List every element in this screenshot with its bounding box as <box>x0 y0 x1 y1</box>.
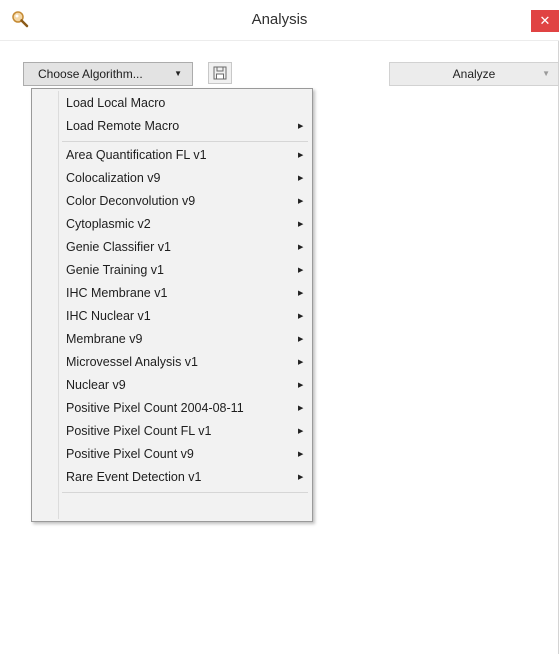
submenu-arrow-icon: ▶ <box>298 313 304 320</box>
close-button[interactable]: ✕ <box>531 10 559 32</box>
menu-separator <box>62 141 308 142</box>
menu-item-label: Area Quantification FL v1 <box>66 148 207 162</box>
menu-item-label: Rare Event Detection v1 <box>66 470 202 484</box>
submenu-arrow-icon: ▶ <box>298 336 304 343</box>
submenu-arrow-icon: ▶ <box>298 405 304 412</box>
algorithm-menu: Load Local Macro Load Remote Macro ▶ Area Q… <box>31 88 313 522</box>
menu-item-label: Positive Pixel Count v9 <box>66 447 194 461</box>
menu-item[interactable]: Cytoplasmic v2 ▶ <box>34 213 310 236</box>
menu-item[interactable]: Microvessel Analysis v1 ▶ <box>34 351 310 374</box>
submenu-arrow-icon: ▶ <box>298 428 304 435</box>
menu-item[interactable]: Positive Pixel Count FL v1 ▶ <box>34 420 310 443</box>
submenu-arrow-icon: ▶ <box>298 359 304 366</box>
dropdown-arrow-icon: ▼ <box>174 69 182 78</box>
menu-item[interactable]: IHC Nuclear v1 ▶ <box>34 305 310 328</box>
menu-item[interactable]: Load Remote Macro ▶ <box>34 115 310 138</box>
menu-item[interactable]: Area Quantification FL v1 ▶ <box>34 144 310 167</box>
menu-item[interactable]: Rare Event Detection v1 ▶ <box>34 466 310 489</box>
menu-item-label: IHC Membrane v1 <box>66 286 168 300</box>
analyze-dropdown-arrow-icon[interactable]: ▼ <box>542 63 550 85</box>
submenu-arrow-icon: ▶ <box>298 123 304 130</box>
menu-item-label: Membrane v9 <box>66 332 143 346</box>
window-title: Analysis <box>251 11 308 28</box>
submenu-arrow-icon: ▶ <box>298 198 304 205</box>
menu-item[interactable]: Genie Training v1 ▶ <box>34 259 310 282</box>
submenu-arrow-icon: ▶ <box>298 244 304 251</box>
menu-item[interactable]: Load Local Macro <box>34 92 310 115</box>
save-icon <box>209 66 231 86</box>
menu-item-label: Genie Classifier v1 <box>66 240 171 254</box>
menu-item-label: Genie Training v1 <box>66 263 164 277</box>
menu-item[interactable]: Color Deconvolution v9 ▶ <box>34 190 310 213</box>
menu-item[interactable]: Colocalization v9 ▶ <box>34 167 310 190</box>
menu-item-label: Color Deconvolution v9 <box>66 194 196 208</box>
submenu-arrow-icon: ▶ <box>298 175 304 182</box>
menu-item[interactable]: Nuclear v9 ▶ <box>34 374 310 397</box>
menu-item-label: Load Local Macro <box>66 96 166 110</box>
submenu-arrow-icon: ▶ <box>298 451 304 458</box>
save-button[interactable] <box>208 62 232 84</box>
submenu-arrow-icon: ▶ <box>298 382 304 389</box>
menu-item-label: IHC Nuclear v1 <box>66 309 151 323</box>
menu-item-label: Microvessel Analysis v1 <box>66 355 198 369</box>
menu-item[interactable]: Positive Pixel Count v9 ▶ <box>34 443 310 466</box>
menu-item-label: Colocalization v9 <box>66 171 161 185</box>
menu-item[interactable]: IHC Membrane v1 ▶ <box>34 282 310 305</box>
menu-item-label: Nuclear v9 <box>66 378 126 392</box>
submenu-arrow-icon: ▶ <box>298 474 304 481</box>
submenu-arrow-icon: ▶ <box>298 267 304 274</box>
menu-item-label: Positive Pixel Count FL v1 <box>66 424 212 438</box>
title-bar: Analysis ✕ <box>0 0 559 41</box>
analyze-button[interactable]: Analyze ▼ <box>389 62 559 86</box>
menu-item[interactable]: Positive Pixel Count 2004-08-11 ▶ <box>34 397 310 420</box>
menu-item[interactable]: Genie Classifier v1 ▶ <box>34 236 310 259</box>
menu-item-label: Load Remote Macro <box>66 119 180 133</box>
menu-item-label: Cytoplasmic v2 <box>66 217 151 231</box>
analysis-window: Analysis ✕ Choose Algorithm... ▼ Analyze… <box>0 0 559 654</box>
menu-item[interactable]: Membrane v9 ▶ <box>34 328 310 351</box>
analyze-label: Analyze <box>452 67 496 81</box>
choose-algorithm-label: Choose Algorithm... <box>38 67 143 81</box>
menu-item-label: Positive Pixel Count 2004-08-11 <box>66 401 244 415</box>
menu-separator <box>62 492 308 493</box>
submenu-arrow-icon: ▶ <box>298 221 304 228</box>
submenu-arrow-icon: ▶ <box>298 290 304 297</box>
submenu-arrow-icon: ▶ <box>298 152 304 159</box>
choose-algorithm-button[interactable]: Choose Algorithm... ▼ <box>23 62 193 86</box>
